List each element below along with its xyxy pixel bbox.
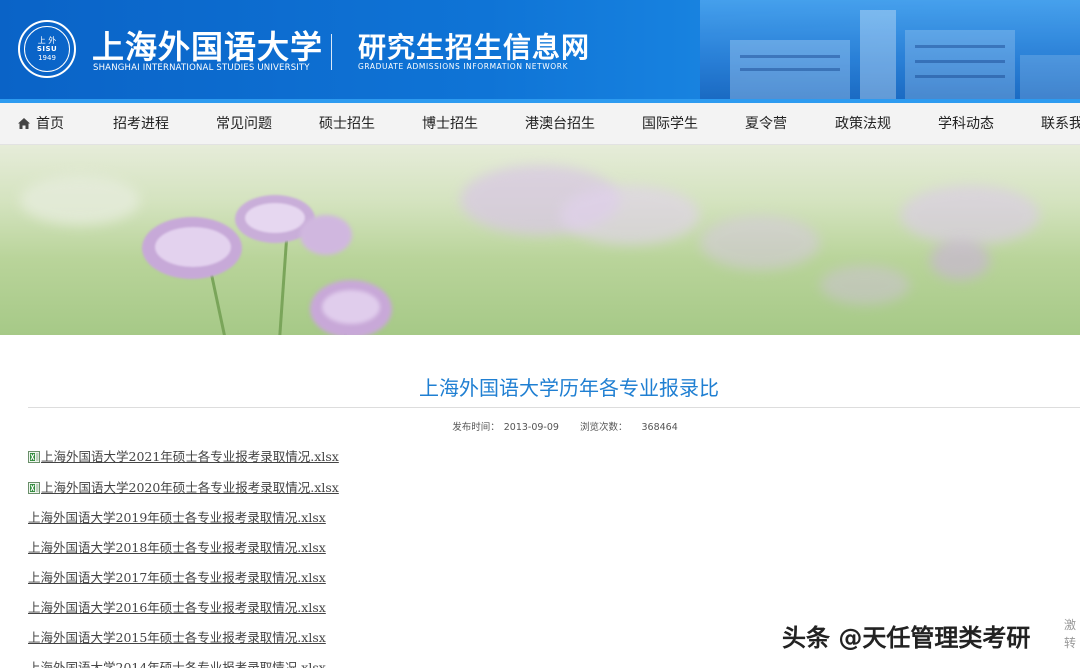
site-name-en: GRADUATE ADMISSIONS INFORMATION NETWORK xyxy=(358,62,569,71)
list-item: 上海外国语大学2015年硕士各专业报考录取情况.xlsx xyxy=(28,627,326,647)
nav-item-international[interactable]: 国际学生 xyxy=(642,103,698,144)
seal-year-text: 1949 xyxy=(38,53,56,62)
list-item: 上海外国语大学2020年硕士各专业报考录取情况.xlsx xyxy=(28,477,339,497)
list-item: 上海外国语大学2018年硕士各专业报考录取情况.xlsx xyxy=(28,537,326,557)
university-logo-seal[interactable]: 上 外 SISU 1949 xyxy=(18,20,76,78)
article-title: 上海外国语大学历年各专业报录比 xyxy=(419,376,719,400)
list-item: 上海外国语大学2014年硕士各专业报考录取情况.xlsx xyxy=(28,657,326,668)
publish-date: 2013-09-09 xyxy=(503,422,559,433)
file-link-2015[interactable]: 上海外国语大学2015年硕士各专业报考录取情况.xlsx xyxy=(28,630,326,645)
header-divider xyxy=(331,34,332,70)
site-header: 上 外 SISU 1949 上海外国语大学 SHANGHAI INTERNATI… xyxy=(0,0,1080,103)
nav-item-master[interactable]: 硕士招生 xyxy=(319,103,375,144)
university-name-cn[interactable]: 上海外国语大学 xyxy=(92,22,323,68)
views-count: 368464 xyxy=(641,422,678,433)
watermark-side-text: 激 转 xyxy=(1064,616,1076,652)
file-link-2021[interactable]: 上海外国语大学2021年硕士各专业报考录取情况.xlsx xyxy=(41,449,339,464)
nav-item-faq[interactable]: 常见问题 xyxy=(216,103,272,144)
list-item: 上海外国语大学2019年硕士各专业报考录取情况.xlsx xyxy=(28,507,326,527)
file-link-2016[interactable]: 上海外国语大学2016年硕士各专业报考录取情况.xlsx xyxy=(28,600,326,615)
file-link-2020[interactable]: 上海外国语大学2020年硕士各专业报考录取情况.xlsx xyxy=(41,480,339,495)
nav-item-policy[interactable]: 政策法规 xyxy=(835,103,891,144)
article-meta: 发布时间： 2013-09-09 浏览次数： 368464 xyxy=(0,419,1080,433)
campus-photo xyxy=(700,0,1080,99)
watermark-text: 头条 @天任管理类考研 xyxy=(782,624,1031,652)
views-label: 浏览次数： xyxy=(579,422,628,433)
nav-item-discipline[interactable]: 学科动态 xyxy=(938,103,994,144)
watermark-side-bottom: 转 xyxy=(1064,636,1077,650)
file-link-2017[interactable]: 上海外国语大学2017年硕士各专业报考录取情况.xlsx xyxy=(28,570,326,585)
file-link-2018[interactable]: 上海外国语大学2018年硕士各专业报考录取情况.xlsx xyxy=(28,540,326,555)
seal-top-text: 上 外 xyxy=(37,35,57,45)
publish-label: 发布时间： xyxy=(452,422,500,433)
university-name-en: SHANGHAI INTERNATIONAL STUDIES UNIVERSIT… xyxy=(93,63,310,73)
site-name-cn[interactable]: 研究生招生信息网 xyxy=(358,26,590,66)
nav-label: 首页 xyxy=(36,116,64,132)
nav-item-home[interactable]: 首页 xyxy=(18,103,64,144)
file-link-2019[interactable]: 上海外国语大学2019年硕士各专业报考录取情况.xlsx xyxy=(28,510,326,525)
list-item: 上海外国语大学2017年硕士各专业报考录取情况.xlsx xyxy=(28,567,326,587)
nav-item-summer-camp[interactable]: 夏令营 xyxy=(745,103,787,144)
nav-item-hmt[interactable]: 港澳台招生 xyxy=(525,103,595,144)
title-divider xyxy=(28,407,1080,408)
nav-item-contact[interactable]: 联系我 xyxy=(1041,103,1080,144)
list-item: 上海外国语大学2016年硕士各专业报考录取情况.xlsx xyxy=(28,597,326,617)
main-nav: 首页 招考进程 常见问题 硕士招生 博士招生 港澳台招生 国际学生 夏令营 政策… xyxy=(0,103,1080,145)
list-item: 上海外国语大学2021年硕士各专业报考录取情况.xlsx xyxy=(28,446,339,466)
excel-file-icon xyxy=(28,451,40,463)
excel-file-icon xyxy=(28,482,40,494)
home-icon xyxy=(18,118,30,129)
nav-item-phd[interactable]: 博士招生 xyxy=(422,103,478,144)
file-link-2014[interactable]: 上海外国语大学2014年硕士各专业报考录取情况.xlsx xyxy=(28,660,326,668)
watermark-side-top: 激 xyxy=(1064,618,1077,632)
nav-item-exam-process[interactable]: 招考进程 xyxy=(113,103,169,144)
flower-banner xyxy=(0,145,1080,335)
seal-mid-text: SISU xyxy=(36,44,58,53)
